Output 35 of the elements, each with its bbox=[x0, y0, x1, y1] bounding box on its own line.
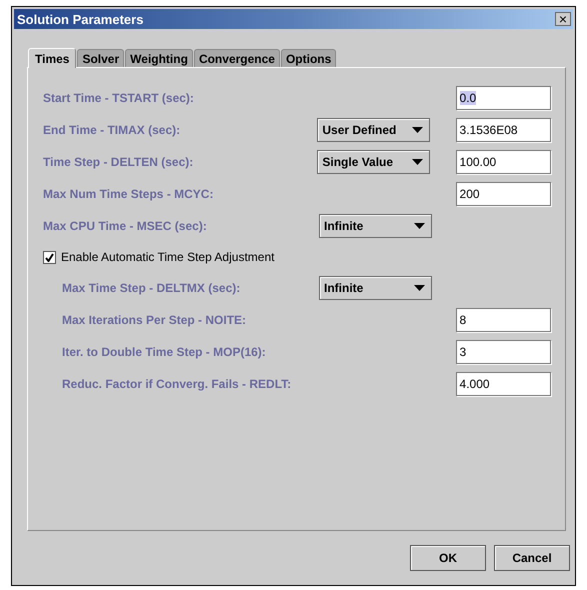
dropdown[interactable]: User Defined bbox=[317, 118, 430, 142]
tab[interactable]: Solver bbox=[77, 49, 124, 67]
input-field[interactable]: 3 bbox=[456, 340, 551, 364]
tab[interactable]: Options bbox=[280, 49, 336, 67]
caret-icon bbox=[412, 127, 424, 133]
dialog-button[interactable]: Cancel bbox=[494, 545, 570, 571]
tab[interactable]: Convergence bbox=[194, 49, 280, 67]
field-label: Max Time Step - DELTMX (sec): bbox=[62, 281, 242, 295]
caret-icon bbox=[414, 285, 425, 291]
field-label: Reduc. Factor if Converg. Fails - REDLT: bbox=[62, 377, 292, 391]
caret-icon bbox=[412, 159, 424, 165]
field-label: Max Num Time Steps - MCYC: bbox=[43, 187, 214, 201]
close-button[interactable]: × bbox=[555, 12, 571, 26]
field-label: End Time - TIMAX (sec): bbox=[43, 123, 182, 137]
checkbox-label: Enable Automatic Time Step Adjustment bbox=[61, 250, 274, 264]
dialog-button[interactable]: OK bbox=[410, 545, 486, 571]
input-field[interactable]: 0.0 bbox=[456, 86, 551, 110]
input-field[interactable]: 8 bbox=[456, 308, 551, 332]
dropdown[interactable]: Infinite bbox=[319, 276, 432, 300]
tab[interactable]: Times bbox=[28, 48, 76, 68]
dropdown[interactable]: Single Value bbox=[317, 150, 430, 174]
tab[interactable]: Weighting bbox=[125, 49, 193, 67]
dropdown[interactable]: Infinite bbox=[319, 214, 432, 238]
field-label: Max CPU Time - MSEC (sec): bbox=[43, 219, 208, 233]
field-label: Time Step - DELTEN (sec): bbox=[43, 155, 194, 169]
input-field[interactable]: 3.1536E08 bbox=[456, 118, 551, 142]
field-label: Iter. to Double Time Step - MOP(16): bbox=[62, 345, 267, 359]
window-title: Solution Parameters bbox=[17, 12, 144, 26]
field-label: Start Time - TSTART (sec): bbox=[43, 91, 195, 105]
input-field[interactable]: 100.00 bbox=[456, 150, 551, 174]
checkbox[interactable] bbox=[43, 250, 56, 264]
input-field[interactable]: 4.000 bbox=[456, 372, 551, 396]
input-field[interactable]: 200 bbox=[456, 182, 551, 206]
field-label: Max Iterations Per Step - NOITE: bbox=[62, 313, 248, 327]
caret-icon bbox=[414, 223, 425, 229]
